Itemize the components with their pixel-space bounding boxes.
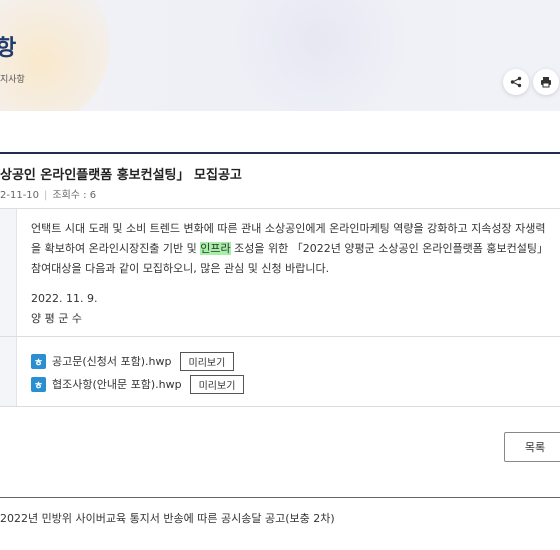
preview-button[interactable]: 미리보기 — [179, 351, 235, 371]
sign-date: 2022. 11. 9. — [31, 292, 98, 305]
share-icon — [510, 76, 522, 88]
banner-decoration-2 — [230, 0, 410, 111]
print-icon — [541, 77, 551, 88]
next-post-link[interactable]: 2022년 민방위 사이버교육 통지서 반송에 따른 공시송달 공고(보충 2차… — [0, 510, 335, 526]
post-date: 2-11-10 — [0, 190, 40, 201]
meta-separator: | — [44, 190, 48, 201]
hwp-file-icon: ㅎ — [31, 353, 46, 369]
post-meta: 2-11-10 | 조회수 : 6 — [0, 186, 96, 201]
banner-decoration — [0, 0, 110, 111]
post-header-rule — [0, 152, 560, 154]
page-banner: 항 지사항 — [0, 0, 560, 111]
page-title: 항 — [0, 36, 17, 61]
attachment-link[interactable]: 공고문(신청서 포함).hwp — [52, 353, 172, 369]
hwp-file-icon: ㅎ — [31, 376, 46, 392]
divider — [0, 336, 560, 337]
post-title: 상공인 온라인플랫폼 홍보컨설팅」 모집공고 — [0, 168, 242, 183]
list-button[interactable]: 목록 — [504, 432, 560, 462]
attachment-item: ㅎ 협조사항(안내문 포함).hwp 미리보기 — [31, 374, 245, 394]
print-button[interactable] — [533, 69, 559, 95]
preview-button[interactable]: 미리보기 — [189, 374, 245, 394]
attachment-link[interactable]: 협조사항(안내문 포함).hwp — [52, 376, 182, 392]
share-button[interactable] — [503, 69, 529, 95]
divider — [0, 497, 560, 498]
content-left-band — [0, 209, 17, 336]
highlighted-text: 인프라 — [200, 242, 231, 255]
post-body: 언택트 시대 도래 및 소비 트렌드 변화에 따른 관내 소상공인에게 온라인마… — [31, 219, 551, 279]
post-views: 조회수 : 6 — [52, 190, 97, 201]
divider — [0, 406, 560, 407]
breadcrumb[interactable]: 지사항 — [0, 72, 25, 85]
signer: 양 평 군 수 — [31, 312, 82, 325]
attachment-item: ㅎ 공고문(신청서 포함).hwp 미리보기 — [31, 351, 235, 371]
divider — [0, 208, 560, 209]
attachments-left-band — [0, 337, 17, 406]
